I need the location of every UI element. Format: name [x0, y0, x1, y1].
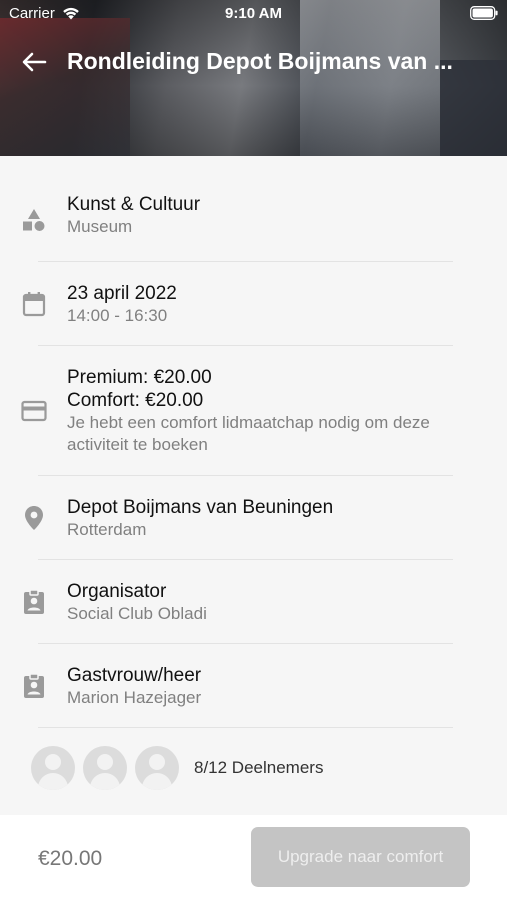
- upgrade-button[interactable]: Upgrade naar comfort: [251, 827, 470, 887]
- badge-icon: [20, 672, 48, 700]
- header-banner: Carrier 9:10 AM Rondleiding Depot Boijma…: [0, 0, 507, 156]
- price-premium: Premium: €20.00: [67, 367, 212, 388]
- location-pin-icon: [20, 504, 48, 532]
- detail-row-category: Kunst & Cultuur Museum: [0, 156, 507, 262]
- booking-footer: €20.00 Upgrade naar comfort: [0, 815, 507, 900]
- membership-note-line-1: Je hebt een comfort lidmaatchap nodig om…: [67, 413, 430, 432]
- organizer-label: Organisator: [67, 580, 167, 602]
- avatar: [135, 746, 179, 790]
- host-label: Gastvrouw/heer: [67, 664, 202, 686]
- organizer-name: Social Club Obladi: [67, 603, 207, 623]
- participants-count: 8/12 Deelnemers: [194, 758, 324, 777]
- host-name: Marion Hazejager: [67, 687, 202, 707]
- credit-card-icon: [20, 397, 48, 425]
- event-date: 23 april 2022: [67, 282, 177, 304]
- page-title: Rondleiding Depot Boijmans van ...: [67, 48, 453, 74]
- location-city: Rotterdam: [67, 519, 147, 539]
- category-label: Kunst & Cultuur: [67, 193, 201, 215]
- detail-row-organizer: Organisator Social Club Obladi: [0, 560, 507, 644]
- activity-details: Kunst & Cultuur Museum 23 april 2022 14:…: [0, 156, 507, 728]
- status-time: 9:10 AM: [225, 5, 282, 22]
- membership-note-line-2: activiteit te boeken: [67, 435, 208, 454]
- footer-price: €20.00: [38, 847, 103, 870]
- category-shapes-icon: [20, 206, 48, 234]
- detail-row-date: 23 april 2022 14:00 - 16:30: [0, 262, 507, 346]
- detail-row-location[interactable]: Depot Boijmans van Beuningen Rotterdam: [0, 476, 507, 560]
- location-name: Depot Boijmans van Beuningen: [67, 496, 334, 518]
- status-bar: Carrier 9:10 AM: [0, 0, 507, 28]
- detail-row-host: Gastvrouw/heer Marion Hazejager: [0, 644, 507, 728]
- back-arrow-icon[interactable]: [20, 50, 48, 74]
- participants-row[interactable]: 8/12 Deelnemers: [0, 726, 507, 810]
- battery-icon: [470, 6, 498, 20]
- calendar-icon: [20, 290, 48, 318]
- header-photo: [0, 18, 130, 156]
- event-time: 14:00 - 16:30: [67, 305, 168, 325]
- avatar: [31, 746, 75, 790]
- avatar: [83, 746, 127, 790]
- price-comfort: Comfort: €20.00: [67, 390, 204, 411]
- detail-row-price: Premium: €20.00 Comfort: €20.00 Je hebt …: [0, 346, 507, 476]
- category-type: Museum: [67, 216, 133, 236]
- badge-icon: [20, 588, 48, 616]
